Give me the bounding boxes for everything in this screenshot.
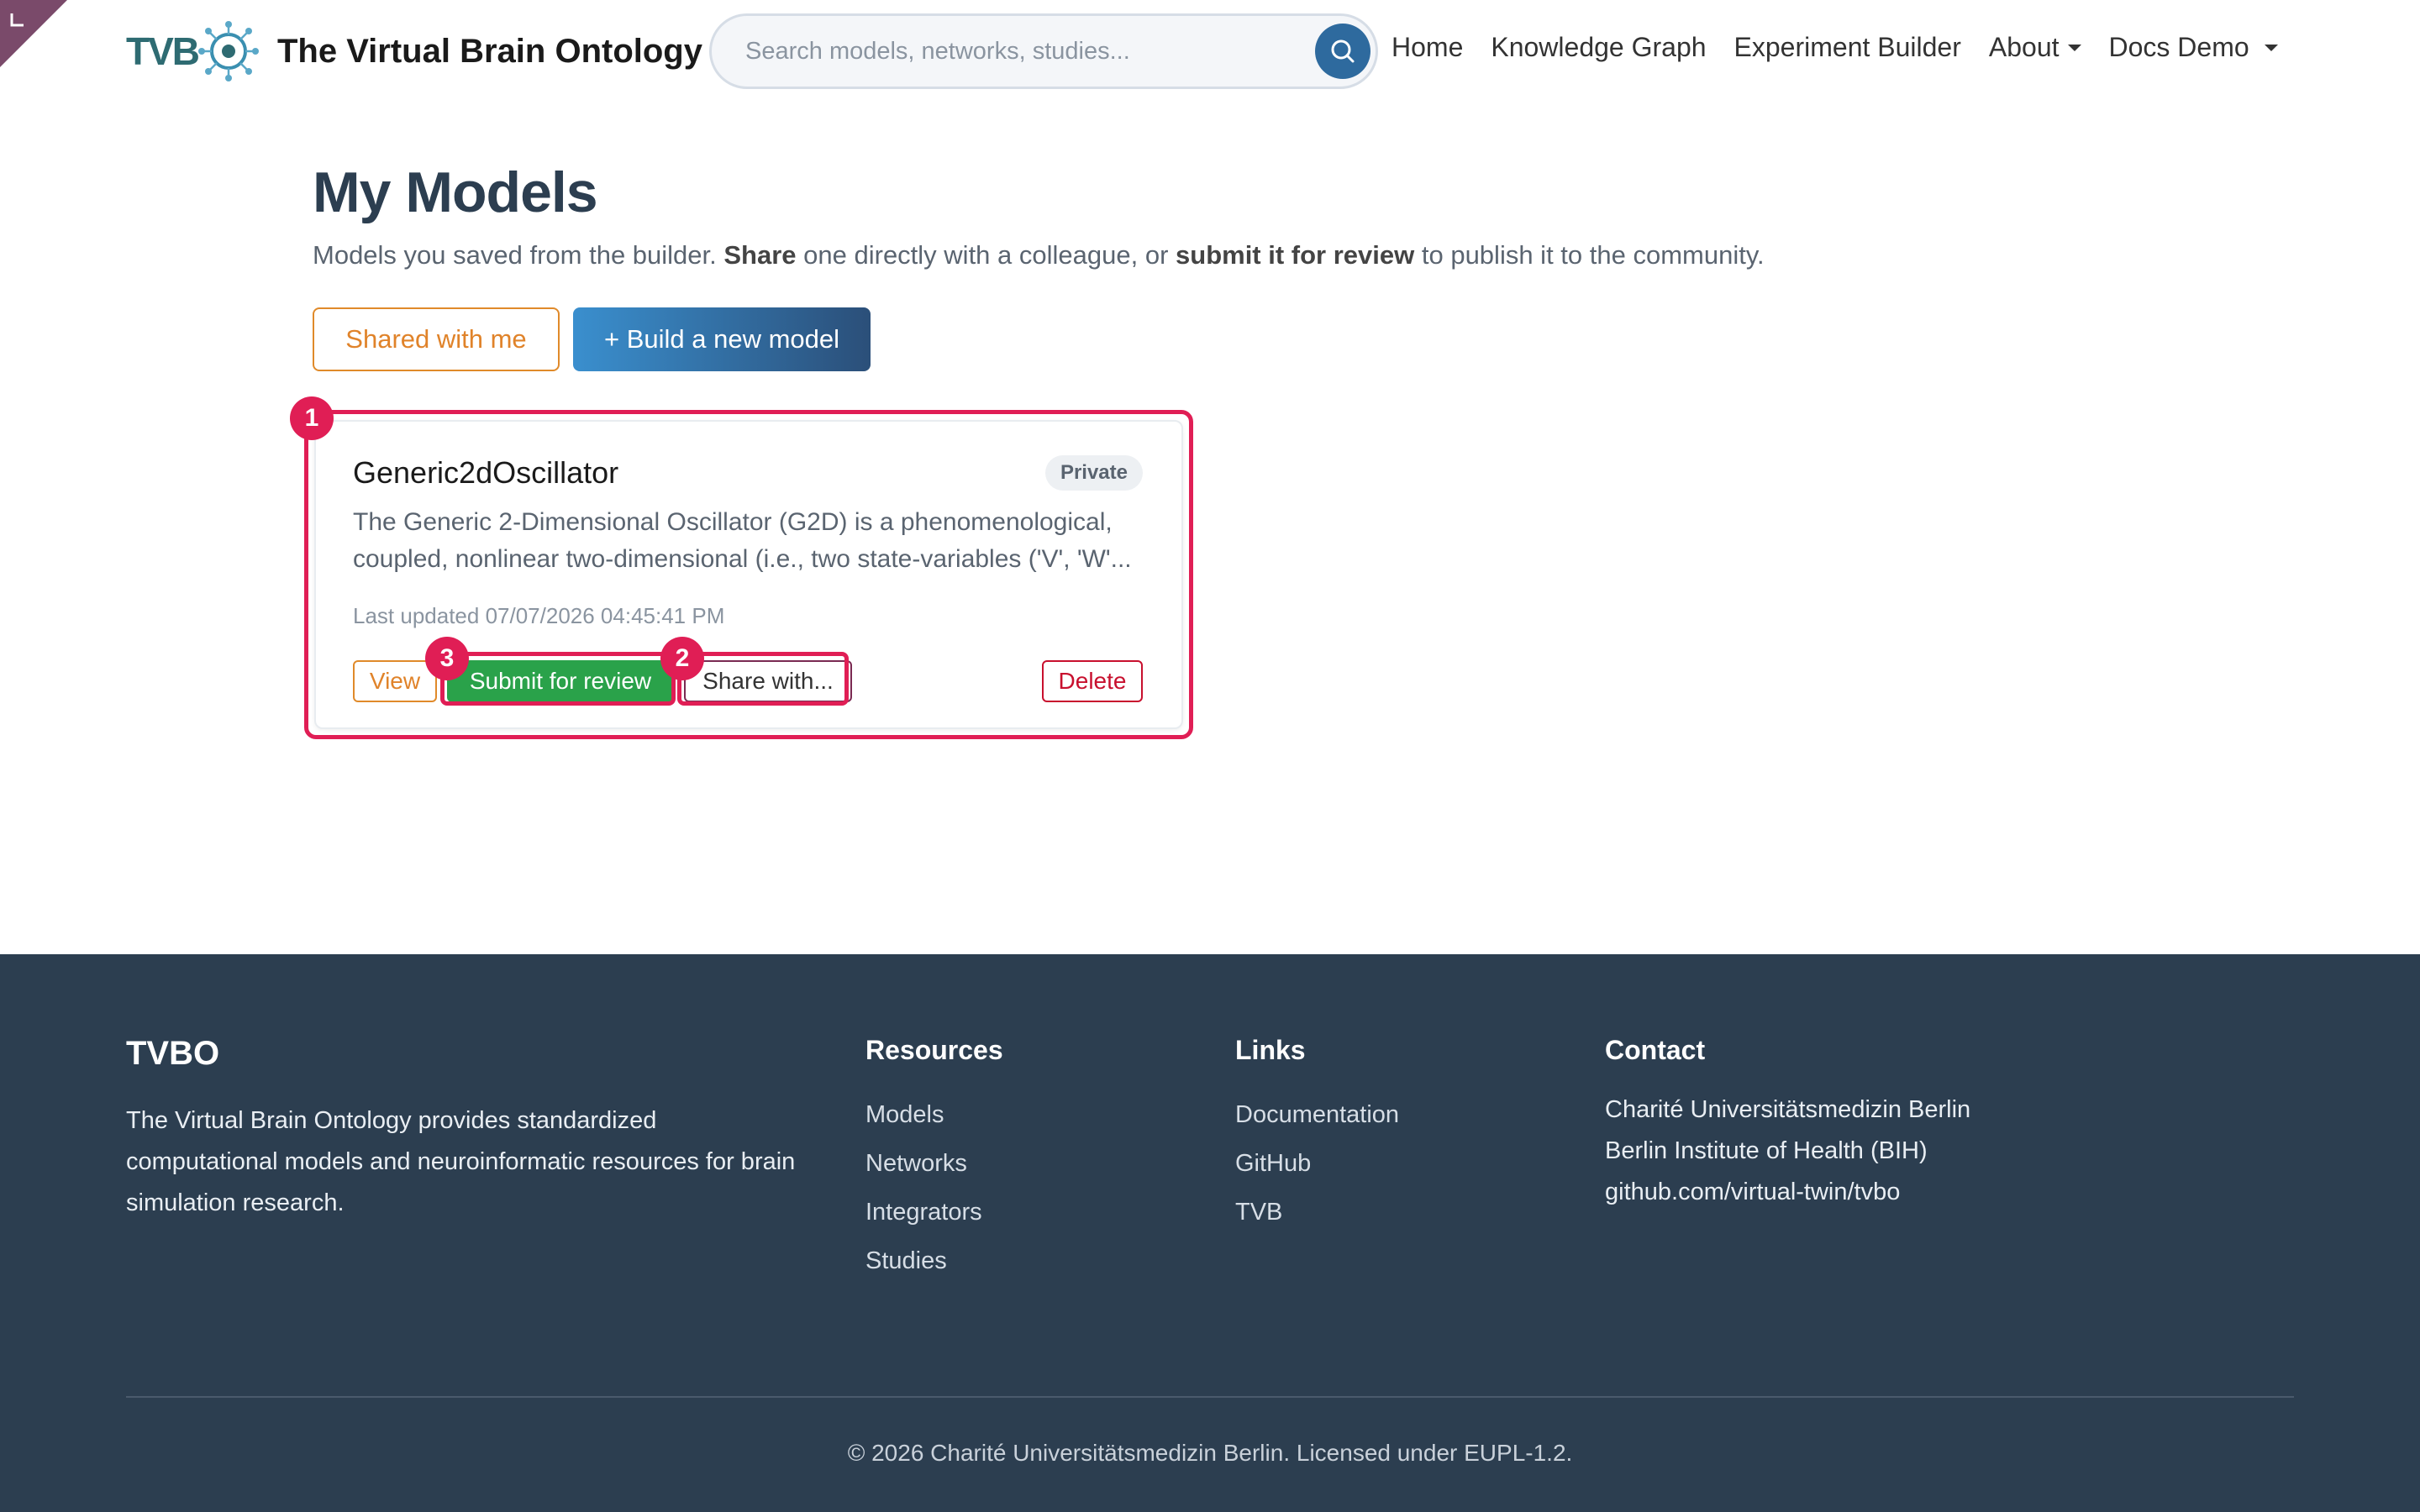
- nav-knowledge-graph[interactable]: Knowledge Graph: [1491, 32, 1706, 63]
- subtitle-text-3: to publish it to the community.: [1414, 240, 1765, 270]
- footer-link-github[interactable]: GitHub: [1235, 1150, 1399, 1199]
- footer-contact-github[interactable]: github.com/virtual-twin/tvbo: [1605, 1172, 1970, 1213]
- search-icon: [1331, 39, 1355, 63]
- main-nav: Home Knowledge Graph Experiment Builder …: [1392, 32, 2306, 63]
- subtitle-text-2: one directly with a colleague, or: [796, 240, 1176, 270]
- subtitle-bold-share: Share: [723, 240, 797, 270]
- footer-link-documentation[interactable]: Documentation: [1235, 1101, 1399, 1150]
- footer-contact-title: Contact: [1605, 1035, 1706, 1065]
- brand-logo: TVB: [126, 21, 259, 81]
- nav-about-dropdown[interactable]: About: [1989, 32, 2081, 63]
- annotation-marker-3: 3: [425, 637, 469, 680]
- footer-links: Links Documentation GitHub TVB: [1235, 1035, 1399, 1247]
- brand[interactable]: TVB The Virtual Brain Ontology: [126, 21, 702, 81]
- annotation-highlight-submit: [440, 652, 676, 706]
- footer-link-integrators[interactable]: Integrators: [865, 1199, 1003, 1247]
- subtitle-text-1: Models you saved from the builder.: [313, 240, 724, 270]
- page-actions: Shared with me + Build a new model: [313, 307, 871, 371]
- caret-down-icon: [2264, 44, 2278, 51]
- nav-experiment-builder[interactable]: Experiment Builder: [1734, 32, 1961, 63]
- footer-copyright: © 2026 Charité Universitätsmedizin Berli…: [847, 1440, 1573, 1466]
- footer-about: The Virtual Brain Ontology provides stan…: [126, 1107, 796, 1216]
- footer-divider: [126, 1396, 2294, 1398]
- annotation-marker-2: 2: [660, 637, 704, 680]
- search-button[interactable]: [1315, 24, 1370, 79]
- nav-docs-demo-label: Docs Demo: [2108, 32, 2249, 62]
- footer: TVBO The Virtual Brain Ontology provides…: [0, 954, 2420, 1512]
- footer-contact: Contact Charité Universitätsmedizin Berl…: [1605, 1035, 1970, 1213]
- footer-link-studies[interactable]: Studies: [865, 1247, 1003, 1296]
- navbar: TVB The Virtual Brain Ontology Search mo…: [0, 0, 2420, 104]
- build-new-model-button[interactable]: + Build a new model: [573, 307, 871, 371]
- footer-contact-institution: Charité Universitätsmedizin Berlin: [1605, 1096, 1971, 1123]
- brand-title: The Virtual Brain Ontology: [277, 32, 702, 70]
- footer-link-models[interactable]: Models: [865, 1101, 1003, 1150]
- footer-contact-bih: Berlin Institute of Health (BIH): [1605, 1137, 1928, 1164]
- footer-link-tvb[interactable]: TVB: [1235, 1199, 1399, 1247]
- page-title: My Models: [313, 160, 598, 224]
- main-content: My Models Models you saved from the buil…: [313, 160, 2161, 371]
- nav-docs-demo-dropdown[interactable]: Docs Demo: [2109, 32, 2278, 63]
- nav-about-label: About: [1988, 32, 2060, 62]
- page-subtitle: Models you saved from the builder. Share…: [313, 240, 2161, 270]
- shared-with-me-button[interactable]: Shared with me: [313, 307, 560, 371]
- footer-link-networks[interactable]: Networks: [865, 1150, 1003, 1199]
- nav-home[interactable]: Home: [1392, 32, 1463, 63]
- footer-links-title: Links: [1235, 1035, 1306, 1065]
- caret-down-icon: [2067, 44, 2081, 51]
- annotation-marker-1: 1: [290, 396, 334, 440]
- footer-resources-title: Resources: [865, 1035, 1003, 1065]
- brain-network-icon: [198, 21, 259, 81]
- brand-logo-text: TVB: [126, 29, 200, 73]
- footer-brand: TVBO: [126, 1035, 220, 1072]
- search-input[interactable]: [745, 16, 1300, 87]
- footer-resources: Resources Models Networks Integrators St…: [865, 1035, 1003, 1296]
- subtitle-bold-submit: submit it for review: [1176, 240, 1415, 270]
- search-bar: [709, 13, 1378, 89]
